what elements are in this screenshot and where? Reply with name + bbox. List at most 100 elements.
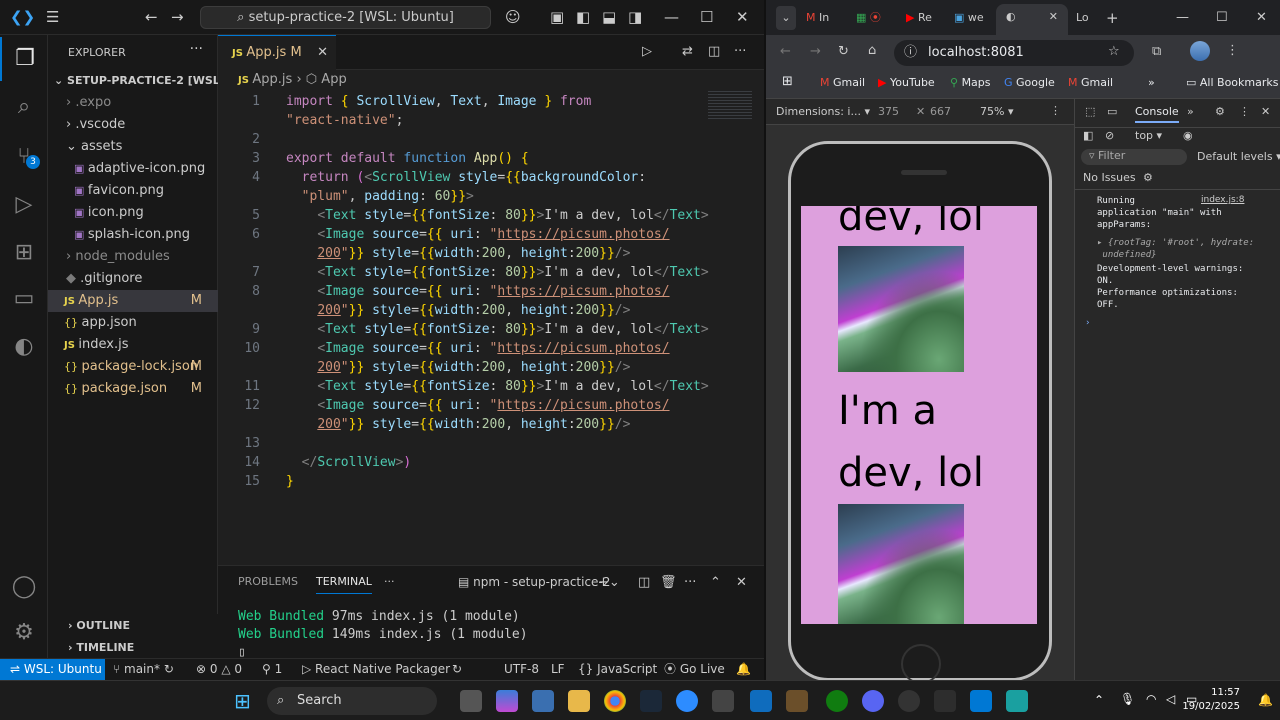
tree-item-app-json[interactable]: {} app.json xyxy=(48,312,218,334)
profile-avatar[interactable] xyxy=(1190,41,1210,61)
run-icon[interactable]: ▷ xyxy=(642,44,652,59)
bookmark-gmail-2[interactable]: M Gmail xyxy=(1068,76,1113,89)
minecraft-launcher-icon[interactable] xyxy=(786,690,808,712)
language-indicator[interactable]: {} JavaScript xyxy=(578,659,657,680)
device-width[interactable]: 375 xyxy=(878,105,899,118)
back-icon[interactable]: ← xyxy=(145,8,158,26)
close-tab-icon[interactable]: ✕ xyxy=(317,36,328,70)
github-icon[interactable] xyxy=(898,690,920,712)
tree-item-adaptive-icon[interactable]: ▣ adaptive-icon.png xyxy=(48,158,218,180)
search-view-icon[interactable]: ⌕ xyxy=(0,85,48,129)
settings-gear-icon[interactable]: ⚙ xyxy=(0,611,48,655)
outline-header[interactable]: › OUTLINE xyxy=(68,619,130,632)
close-panel-icon[interactable]: ✕ xyxy=(736,575,747,590)
tab-problems[interactable]: PROBLEMS xyxy=(238,575,298,588)
maximize-icon[interactable]: ☐ xyxy=(700,8,713,26)
zoom-icon[interactable] xyxy=(676,690,698,712)
task-view-icon[interactable] xyxy=(460,690,482,712)
tree-item-app-js[interactable]: JS App.js M xyxy=(48,290,218,312)
compare-icon[interactable]: ⇄ xyxy=(682,44,693,59)
inspect-icon[interactable]: ⬚ xyxy=(1085,105,1095,118)
tab-console[interactable]: Console xyxy=(1135,105,1179,123)
clear-console-icon[interactable]: ⊘ xyxy=(1105,129,1114,142)
tree-item-package-json[interactable]: {} package.json M xyxy=(48,378,218,400)
home-icon[interactable]: ⌂ xyxy=(868,43,876,58)
vscode-icon[interactable] xyxy=(970,690,992,712)
tree-item-icon[interactable]: ▣ icon.png xyxy=(48,202,218,224)
bookmark-google[interactable]: G Google xyxy=(1004,76,1055,89)
toggle-secondary-icon[interactable]: ◨ xyxy=(628,8,642,26)
phone-home-button[interactable] xyxy=(901,644,941,684)
close-tab-icon[interactable]: ✕ xyxy=(1049,4,1058,30)
branch-indicator[interactable]: ⑂ main* ↻ xyxy=(113,659,174,680)
tree-item-favicon[interactable]: ▣ favicon.png xyxy=(48,180,218,202)
source-control-icon[interactable]: ⑂ xyxy=(0,135,48,179)
reload-icon[interactable]: ↻ xyxy=(838,44,849,59)
toggle-panel-icon[interactable]: ⬓ xyxy=(602,8,616,26)
console-output[interactable]: Running application "main" with appParam… xyxy=(1085,195,1277,329)
chrome-icon[interactable] xyxy=(604,690,626,712)
tree-item-package-lock[interactable]: {} package-lock.json M xyxy=(48,356,218,378)
site-info-icon[interactable]: ⓘ xyxy=(904,40,917,66)
steam-icon[interactable] xyxy=(640,690,662,712)
chrome-tab[interactable]: ▦ ⦿ xyxy=(856,6,881,30)
chrome-tab[interactable]: ▶ Re xyxy=(906,6,932,30)
go-live-button[interactable]: ⦿ Go Live xyxy=(664,659,725,680)
chrome-tab[interactable]: M In xyxy=(806,6,829,30)
terminal-selector[interactable]: ▤ npm - setup-practice-2 xyxy=(458,575,610,589)
device-selector[interactable]: Dimensions: i... ▾ xyxy=(776,105,870,118)
volume-icon[interactable]: ◁ xyxy=(1166,692,1175,706)
panel-more-icon[interactable]: ··· xyxy=(384,575,395,588)
copilot-icon[interactable]: ☺ xyxy=(505,8,521,26)
filter-input[interactable]: ▿ Filter xyxy=(1081,149,1187,165)
context-selector[interactable]: top ▾ xyxy=(1135,129,1162,142)
breadcrumb[interactable]: JS App.js › ⬡ App xyxy=(238,72,347,87)
split-terminal-icon[interactable]: ◫ xyxy=(638,575,650,590)
run-debug-icon[interactable]: ▷ xyxy=(0,183,48,227)
minimap[interactable] xyxy=(708,91,752,119)
notepad-icon[interactable] xyxy=(1006,690,1028,712)
new-terminal-icon[interactable]: +⌄ xyxy=(598,575,620,590)
timeline-header[interactable]: › TIMELINE xyxy=(68,641,134,654)
eye-icon[interactable]: ◉ xyxy=(1183,129,1193,142)
copilot-icon[interactable] xyxy=(496,690,518,712)
address-bar[interactable]: ⓘ localhost:8081 xyxy=(894,40,1134,66)
layout-icon[interactable]: ▣ xyxy=(550,8,564,26)
chrome-tab[interactable]: Lo xyxy=(1076,6,1089,30)
mic-icon[interactable]: 🎙 xyxy=(1120,692,1135,706)
split-editor-icon[interactable]: ◫ xyxy=(708,44,720,59)
tab-search-icon[interactable]: ⌄ xyxy=(776,6,796,30)
apps-icon[interactable]: ⊞ xyxy=(782,74,793,89)
discord-icon[interactable] xyxy=(862,690,884,712)
forward-icon[interactable]: → xyxy=(171,8,184,26)
app-icon[interactable] xyxy=(934,690,956,712)
refresh-icon[interactable]: ↻ xyxy=(452,659,462,680)
console-prompt-icon[interactable]: › xyxy=(1085,317,1277,329)
close-devtools-icon[interactable]: ✕ xyxy=(1261,105,1270,118)
remote-indicator[interactable]: ⇌ WSL: Ubuntu xyxy=(0,659,105,681)
toggle-sidebar-icon[interactable]: ◧ xyxy=(576,8,590,26)
explorer-icon[interactable]: ❐ xyxy=(0,37,48,81)
xbox-icon[interactable] xyxy=(826,690,848,712)
log-object[interactable]: ▸ {rootTag: '#root', hydrate: undefined} xyxy=(1097,237,1277,261)
chrome-menu-icon[interactable]: ⋮ xyxy=(1226,43,1239,58)
app-screen[interactable]: dev, lol I'm a dev, lol xyxy=(801,206,1037,624)
devtools-more-icon[interactable]: ⋮ xyxy=(1239,105,1250,118)
encoding-indicator[interactable]: UTF-8 xyxy=(504,659,539,680)
issues-label[interactable]: No Issues xyxy=(1083,171,1136,184)
packager-indicator[interactable]: ▷ React Native Packager xyxy=(302,659,450,680)
command-center[interactable]: ⌕ setup-practice-2 [WSL: Ubuntu] xyxy=(200,6,491,29)
tray-chevron-icon[interactable]: ⌃ xyxy=(1094,693,1104,707)
zoom-selector[interactable]: 75% ▾ xyxy=(980,105,1013,118)
minimize-icon[interactable]: — xyxy=(1176,6,1189,30)
device-toggle-icon[interactable]: ▭ xyxy=(1107,105,1117,118)
remote-explorer-icon[interactable]: ▭ xyxy=(0,277,48,321)
menu-icon[interactable]: ☰ xyxy=(46,8,59,26)
star-icon[interactable]: ☆ xyxy=(1108,44,1120,59)
more-tabs-icon[interactable]: » xyxy=(1187,105,1194,118)
close-window-icon[interactable]: ✕ xyxy=(736,8,749,26)
tree-item-vscode[interactable]: › .vscode xyxy=(48,114,218,136)
panel-more-icon[interactable]: ··· xyxy=(684,575,696,590)
all-bookmarks[interactable]: ▭ All Bookmarks xyxy=(1186,76,1278,89)
chrome-tab[interactable]: ▣ we xyxy=(954,6,984,30)
